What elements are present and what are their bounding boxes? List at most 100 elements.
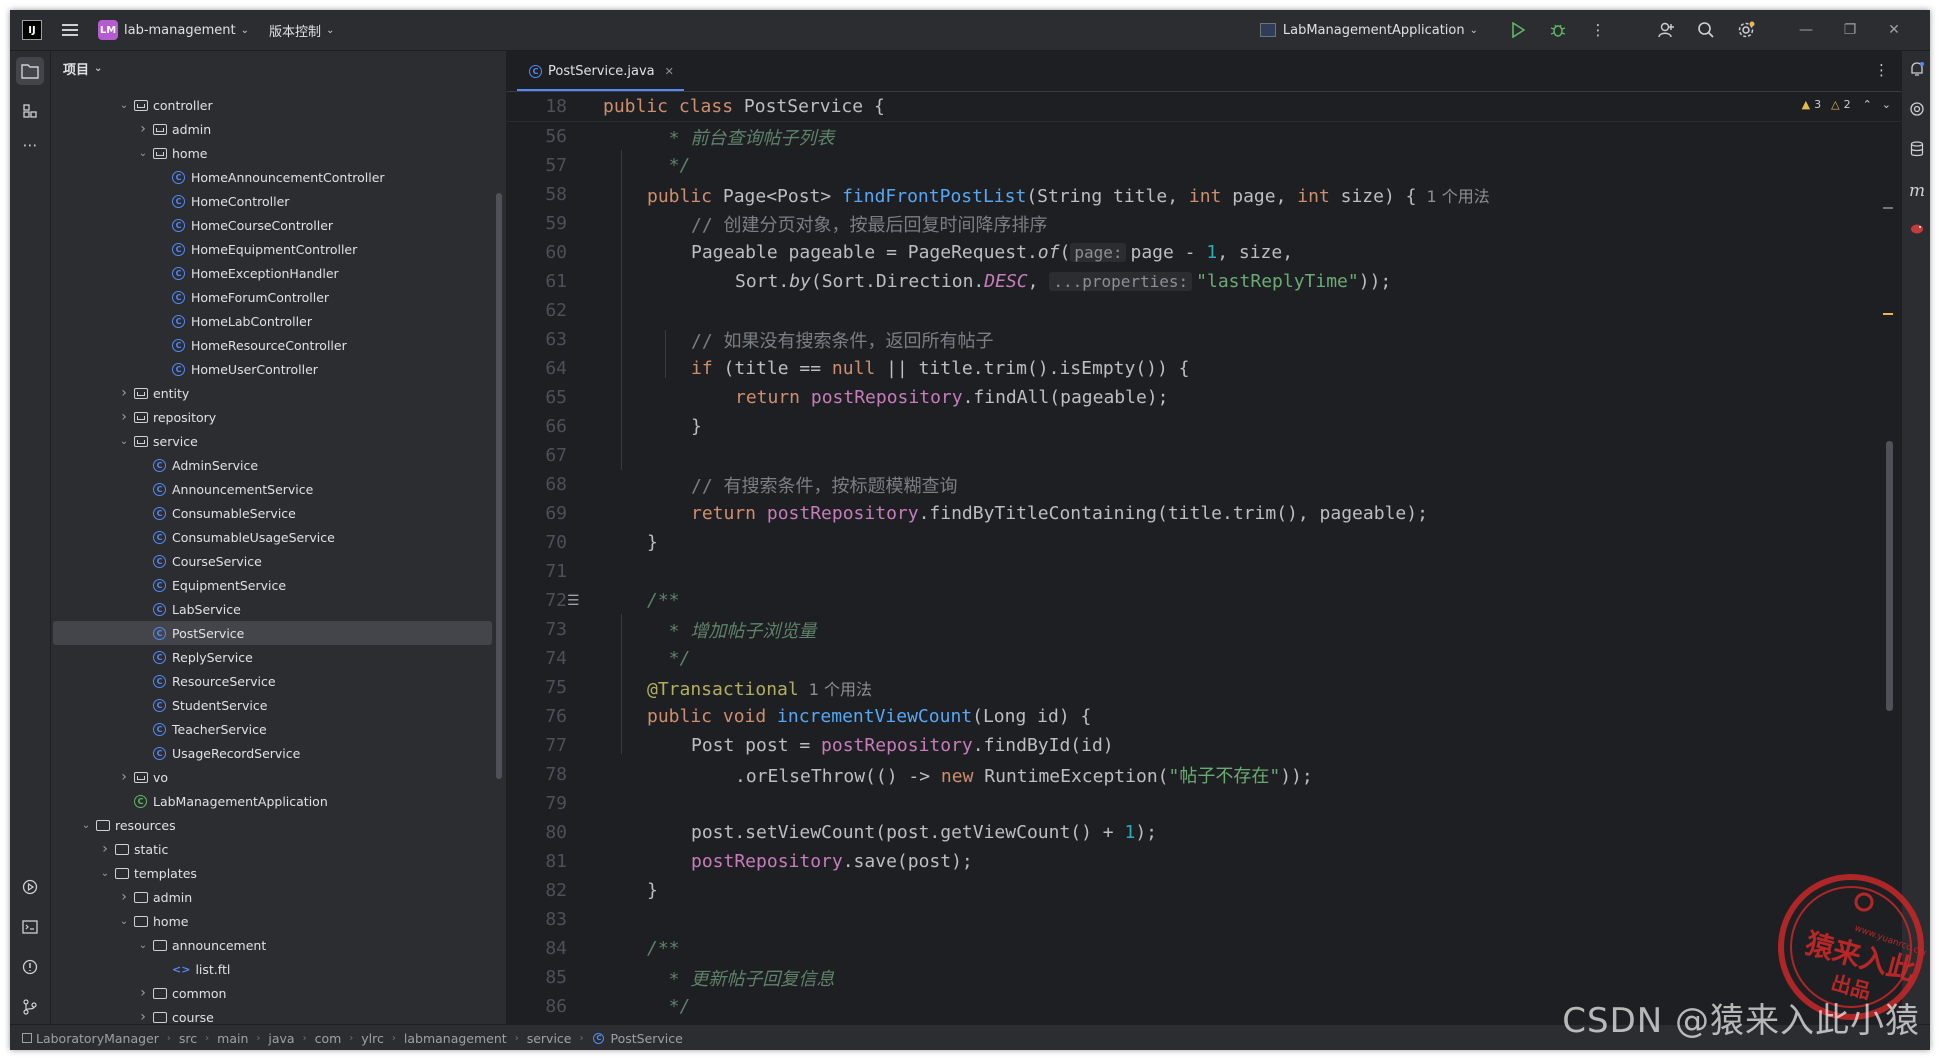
code-line[interactable]: 63 // 如果没有搜索条件，返回所有帖子 [507,325,1901,354]
chevron-right-icon[interactable]: › [116,409,132,425]
chevron-right-icon[interactable]: › [135,985,151,1001]
chevron-right-icon[interactable]: › [97,841,113,857]
code-line[interactable]: 61 Sort.by(Sort.Direction.DESC, ...proper… [507,267,1901,296]
code-line[interactable]: 68 // 有搜索条件，按标题模糊查询 [507,470,1901,499]
doc-render-icon[interactable]: ☰ [567,593,583,609]
tree-item[interactable]: C HomeAnnouncementController [51,165,506,189]
code-line[interactable]: 71 [507,557,1901,586]
tree-item[interactable]: ⌄ home [51,141,506,165]
database-icon[interactable] [1906,141,1928,163]
code-line[interactable]: 84 /** [507,934,1901,963]
chevron-down-icon[interactable]: ⌄ [116,916,132,927]
tree-item[interactable]: C HomeUserController [51,357,506,381]
chevron-right-icon[interactable]: › [116,385,132,401]
chevron-right-icon[interactable]: › [116,769,132,785]
tree-item[interactable]: C HomeForumController [51,285,506,309]
inspection-widget[interactable]: ▲ 3 △ 2 ⌃ ⌄ [1802,98,1891,111]
tree-item[interactable]: C CourseService [51,549,506,573]
project-switcher[interactable]: LM lab-management ⌄ [80,10,249,50]
usage-hint[interactable]: 1 个用法 [1426,187,1489,206]
tree-item[interactable]: ⌄ controller [51,93,506,117]
breadcrumb-item[interactable]: labmanagement [404,1031,507,1046]
notifications-icon[interactable] [1906,61,1928,83]
breadcrumb-item[interactable]: ylrc [361,1031,384,1046]
code-line[interactable]: 79 [507,789,1901,818]
code-line[interactable]: 85 * 更新帖子回复信息 [507,963,1901,992]
add-user-icon[interactable] [1652,16,1680,44]
tree-item[interactable]: C ReplyService [51,645,506,669]
run-config-selector[interactable]: LabManagementApplication ⌄ [1259,23,1478,38]
chevron-down-icon[interactable]: ⌄ [116,436,132,447]
search-icon[interactable] [1692,16,1720,44]
code-line[interactable]: 75 @Transactional 1 个用法 [507,673,1901,702]
tree-item[interactable]: C ResourceService [51,669,506,693]
vcs-menu[interactable]: 版本控制 ⌄ [269,10,334,50]
editor-scrollbar[interactable] [1886,441,1893,711]
structure-icon[interactable] [16,97,44,125]
services-run-icon[interactable] [16,873,44,901]
breadcrumb-item[interactable]: service [527,1031,572,1046]
prev-highlight-icon[interactable]: ⌃ [1863,98,1872,111]
tree-item[interactable]: C HomeController [51,189,506,213]
code-line[interactable]: 58 public Page<Post> findFrontPostList(St… [507,180,1901,209]
code-line[interactable]: 78 .orElseThrow(() -> new RuntimeExceptio… [507,760,1901,789]
tree-item[interactable]: C HomeCourseController [51,213,506,237]
git-icon[interactable] [16,993,44,1021]
tab-more-icon[interactable]: ⋮ [1874,61,1889,79]
chevron-down-icon[interactable]: ⌄ [116,100,132,111]
breadcrumb-item[interactable]: java [268,1031,294,1046]
tree-item[interactable]: C AnnouncementService [51,477,506,501]
tree-item[interactable]: C HomeEquipmentController [51,237,506,261]
tree-item[interactable]: ⌄ announcement [51,933,506,957]
tree-item[interactable]: ⌄ service [51,429,506,453]
code-line[interactable]: 83 [507,905,1901,934]
chevron-right-icon[interactable]: › [135,121,151,137]
breadcrumb-item[interactable]: PostService [610,1031,682,1046]
breadcrumb-item[interactable]: main [217,1031,248,1046]
code-line[interactable]: 73 * 增加帖子浏览量 [507,615,1901,644]
project-scrollbar[interactable] [496,193,502,779]
code-line[interactable]: 56 * 前台查询帖子列表 [507,122,1901,151]
usage-hint[interactable]: 1 个用法 [809,680,872,699]
code-line[interactable]: 77 Post post = postRepository.findById(id… [507,731,1901,760]
ai-assistant-icon[interactable] [1906,101,1928,123]
sticky-line[interactable]: 18 public class PostService { [507,92,1901,122]
code-line[interactable]: 81 postRepository.save(post); [507,847,1901,876]
tree-item[interactable]: C UsageRecordService [51,741,506,765]
plugin-bird-icon[interactable] [1906,221,1928,243]
tree-item[interactable]: › common [51,981,506,1005]
tree-item[interactable]: › entity [51,381,506,405]
settings-icon[interactable] [1732,16,1760,44]
tree-item[interactable]: › course [51,1005,506,1024]
tree-item[interactable]: › vo [51,765,506,789]
close-tab-icon[interactable]: ✕ [665,65,674,78]
minimize-icon[interactable]: — [1784,22,1828,38]
tree-item[interactable]: › admin [51,117,506,141]
code-line[interactable]: 59 // 创建分页对象，按最后回复时间降序排序 [507,209,1901,238]
chevron-down-icon[interactable]: ⌄ [135,148,151,159]
close-icon[interactable]: ✕ [1872,22,1916,38]
tree-item[interactable]: ⌄ resources [51,813,506,837]
code-line[interactable]: 67 [507,441,1901,470]
tree-item[interactable]: C HomeExceptionHandler [51,261,506,285]
breadcrumb-item[interactable]: LaboratoryManager [36,1031,159,1046]
code-line[interactable]: 69 return postRepository.findByTitleConta… [507,499,1901,528]
code-area[interactable]: ▲ 3 △ 2 ⌃ ⌄ 18 public class PostService {… [507,92,1901,1024]
chevron-down-icon[interactable]: ⌄ [97,868,113,879]
debug-icon[interactable] [1544,16,1572,44]
project-tool-folder-icon[interactable] [16,57,44,85]
tab-postservice[interactable]: C PostService.java ✕ [517,53,684,91]
more-options-icon[interactable]: ⋮ [1584,16,1612,44]
tree-item[interactable]: › admin [51,885,506,909]
problems-icon[interactable] [16,953,44,981]
tree-item[interactable]: C HomeResourceController [51,333,506,357]
tree-item[interactable]: ⌄ home [51,909,506,933]
code-line[interactable]: 66} [507,412,1901,441]
main-menu-icon[interactable] [62,23,80,37]
next-highlight-icon[interactable]: ⌄ [1882,98,1891,111]
tree-item[interactable]: C LabManagementApplication [51,789,506,813]
tree-item[interactable]: C PostService [51,621,506,645]
chevron-right-icon[interactable]: › [116,889,132,905]
tree-item[interactable]: › static [51,837,506,861]
project-panel-header[interactable]: 项目 ⌄ [51,51,506,85]
